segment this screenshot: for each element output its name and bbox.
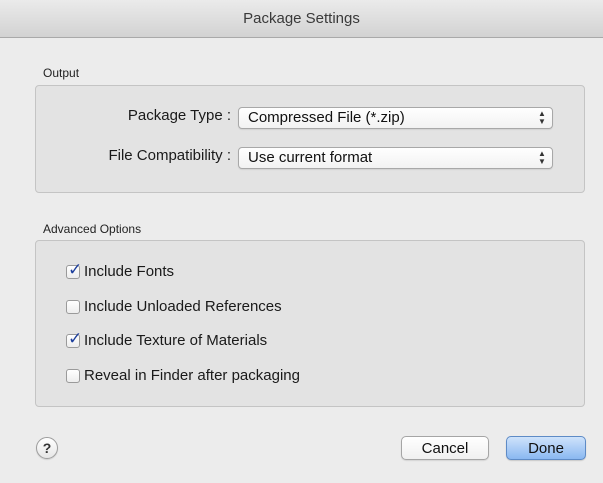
option-include-fonts[interactable]: ✓ Include Fonts [66, 261, 175, 280]
package-type-select[interactable]: Compressed File (*.zip) ▲ ▼ [238, 107, 553, 129]
file-compatibility-value: Use current format [248, 149, 373, 166]
updown-arrows-icon: ▲ ▼ [538, 109, 546, 126]
include-texture-label: Include Texture of Materials [84, 332, 268, 349]
help-button[interactable]: ? [36, 437, 58, 459]
file-compatibility-label: File Compatibility : [108, 147, 231, 164]
done-button-label: Done [528, 439, 564, 457]
include-fonts-checkbox[interactable]: ✓ [66, 261, 82, 279]
dialog-title: Package Settings [243, 10, 360, 27]
option-reveal-in-finder[interactable]: Reveal in Finder after packaging [66, 367, 300, 384]
include-unloaded-references-checkbox[interactable] [66, 299, 80, 314]
help-icon: ? [42, 440, 52, 456]
include-unloaded-references-label: Include Unloaded References [84, 298, 282, 315]
file-compatibility-select[interactable]: Use current format ▲ ▼ [238, 147, 553, 169]
package-type-value: Compressed File (*.zip) [248, 109, 405, 126]
package-type-label: Package Type : [127, 107, 231, 124]
option-include-unloaded-references[interactable]: Include Unloaded References [66, 298, 282, 315]
title-bar: Package Settings [0, 0, 603, 38]
reveal-in-finder-checkbox[interactable] [66, 368, 80, 383]
include-fonts-label: Include Fonts [84, 263, 175, 280]
checkmark-icon: ✓ [68, 259, 83, 279]
cancel-button-label: Cancel [421, 439, 469, 457]
reveal-in-finder-label: Reveal in Finder after packaging [84, 367, 300, 384]
package-settings-dialog: Package Settings Output Package Type : C… [0, 0, 603, 483]
cancel-button[interactable]: Cancel [401, 436, 489, 460]
advanced-group: ✓ Include Fonts Include Unloaded Referen… [35, 240, 585, 407]
updown-arrows-icon: ▲ ▼ [538, 149, 546, 166]
include-texture-checkbox[interactable]: ✓ [66, 330, 82, 348]
output-section-label: Output [43, 66, 80, 80]
advanced-section-label: Advanced Options [43, 222, 142, 236]
output-group: Package Type : Compressed File (*.zip) ▲… [35, 85, 585, 193]
option-include-texture-of-materials[interactable]: ✓ Include Texture of Materials [66, 330, 268, 349]
checkmark-icon: ✓ [68, 328, 83, 348]
done-button[interactable]: Done [506, 436, 586, 460]
